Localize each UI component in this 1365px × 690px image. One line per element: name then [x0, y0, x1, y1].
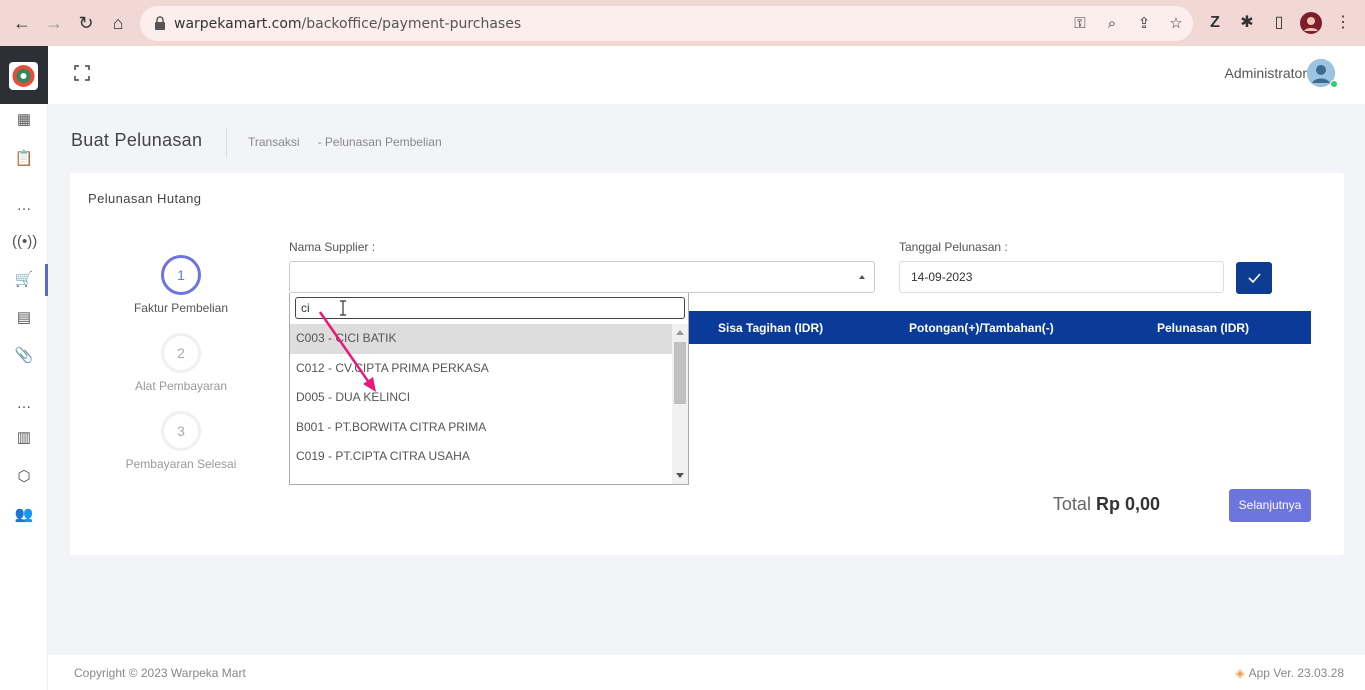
layers-icon: ◈ [1235, 666, 1245, 680]
footer: Copyright © 2023 Warpeka Mart ◈ App Ver. … [48, 655, 1365, 690]
online-status-dot [1330, 80, 1338, 88]
address-bar[interactable]: warpekamart.com/backoffice/payment-purch… [140, 6, 1193, 41]
column-header: Pelunasan (IDR) [1157, 321, 1250, 335]
dropdown-scrollbar[interactable] [672, 324, 688, 484]
browser-menu-icon[interactable]: ⋮ [1332, 12, 1354, 34]
admin-name[interactable]: Administrator [1225, 65, 1307, 81]
star-icon[interactable]: ☆ [1166, 14, 1186, 34]
dropdown-options: C003 - CICI BATIK C012 - CV.CIPTA PRIMA … [290, 324, 672, 484]
app-version: ◈ App Ver. 23.03.28 [1235, 666, 1344, 680]
more-dots-icon: … [16, 197, 32, 214]
scroll-down-arrow[interactable] [676, 473, 684, 478]
active-indicator [45, 264, 48, 296]
back-arrow-icon[interactable]: ← [10, 11, 34, 35]
step-3: 3 Pembayaran Selesai [111, 411, 251, 471]
fullscreen-icon[interactable] [73, 64, 91, 82]
caret-up-icon [859, 275, 865, 279]
receipt-icon[interactable]: ▤ [12, 308, 36, 328]
page-title: Buat Pelunasan [71, 130, 203, 150]
scroll-up-arrow[interactable] [676, 330, 684, 335]
payment-card: Pelunasan Hutang 1 Faktur Pembelian 2 Al… [70, 173, 1344, 555]
next-button[interactable]: Selanjutnya [1229, 489, 1311, 522]
date-label: Tanggal Pelunasan : [899, 240, 1008, 254]
step-2: 2 Alat Pembayaran [111, 333, 251, 393]
dropdown-option[interactable]: C003 - CICI BATIK [290, 324, 672, 354]
sidepanel-icon[interactable]: ▯ [1268, 12, 1290, 34]
text-cursor-icon [340, 300, 346, 316]
share-icon[interactable]: ⇪ [1134, 14, 1154, 34]
key-icon[interactable]: ⚿ [1070, 14, 1090, 34]
zotero-extension-icon[interactable]: Z [1204, 12, 1226, 34]
book-icon[interactable]: ▥ [12, 428, 36, 448]
users-icon[interactable]: 👥 [12, 505, 36, 525]
payment-date-input[interactable]: 14-09-2023 [899, 261, 1224, 293]
confirm-button[interactable] [1236, 262, 1272, 294]
box-icon[interactable]: ⬡ [12, 467, 36, 487]
reload-icon[interactable]: ↻ [74, 11, 98, 35]
scroll-thumb[interactable] [674, 342, 686, 404]
puzzle-extension-icon[interactable]: ✱ [1236, 12, 1258, 34]
step-label: Alat Pembayaran [134, 379, 228, 393]
more-dots-icon: … [16, 395, 32, 412]
clipboard-icon[interactable]: 📋 [12, 149, 36, 169]
broadcast-icon[interactable]: ((•)) [12, 232, 37, 252]
title-divider [226, 128, 227, 158]
user-avatar[interactable] [1307, 59, 1338, 88]
forward-arrow-icon[interactable]: → [42, 11, 66, 35]
zoom-icon[interactable]: ⌕ [1102, 14, 1122, 34]
dashboard-icon[interactable]: ▦ [12, 110, 36, 130]
dropdown-search-input[interactable]: ci [295, 297, 685, 319]
app-logo[interactable] [0, 46, 48, 104]
url-text: warpekamart.com/backoffice/payment-purch… [174, 16, 522, 32]
card-title: Pelunasan Hutang [88, 191, 202, 206]
step-label: Faktur Pembelian [133, 301, 229, 315]
profile-avatar[interactable] [1300, 12, 1322, 34]
step-number: 1 [161, 255, 201, 295]
dropdown-option[interactable]: C019 - PT.CIPTA CITRA USAHA [290, 442, 672, 472]
column-header: Potongan(+)/Tambahan(-) [909, 321, 1054, 335]
step-number: 3 [161, 411, 201, 451]
total-amount: Total Rp 0,00 [1052, 494, 1160, 514]
breadcrumb-item-current: - Pelunasan Pembelian [317, 135, 442, 149]
home-icon[interactable]: ⌂ [106, 11, 130, 35]
supplier-label: Nama Supplier : [289, 240, 376, 254]
logo-mark [9, 62, 38, 90]
browser-toolbar: ← → ↻ ⌂ warpekamart.com/backoffice/payme… [0, 0, 1365, 46]
dropdown-option[interactable]: B001 - PT.BORWITA CITRA PRIMA [290, 413, 672, 443]
breadcrumb: Transaksi - Pelunasan Pembelian [248, 135, 442, 149]
step-1: 1 Faktur Pembelian [111, 255, 251, 315]
check-icon [1248, 273, 1261, 284]
lock-icon [155, 16, 165, 30]
cart-icon[interactable]: 🛒 [12, 270, 36, 290]
dropdown-option[interactable]: D005 - DUA KELINCI [290, 383, 672, 413]
dropdown-option[interactable]: C012 - CV.CIPTA PRIMA PERKASA [290, 354, 672, 384]
supplier-dropdown: ci C003 - CICI BATIK C012 - CV.CIPTA PRI… [289, 293, 689, 485]
sidebar: ▦ 📋 … ((•)) 🛒 ▤ 📎 … ▥ ⬡ 👥 [0, 46, 48, 690]
top-header: Administrator [48, 46, 1365, 104]
step-number: 2 [161, 333, 201, 373]
column-header: Sisa Tagihan (IDR) [718, 321, 824, 335]
supplier-select[interactable] [289, 261, 875, 293]
paperclip-icon[interactable]: 📎 [12, 346, 36, 366]
copyright-text: Copyright © 2023 Warpeka Mart [74, 666, 246, 680]
step-label: Pembayaran Selesai [125, 457, 237, 471]
breadcrumb-item-transaksi[interactable]: Transaksi [248, 135, 300, 149]
